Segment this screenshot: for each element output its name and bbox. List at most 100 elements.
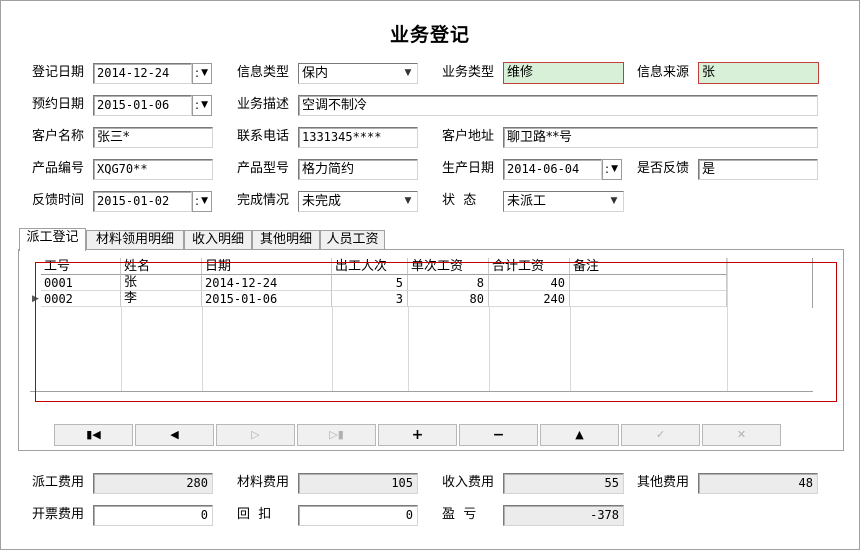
grid-line	[121, 307, 122, 391]
product-no-field[interactable]: XQG70**	[93, 159, 213, 180]
biz-type-field[interactable]: 维修	[503, 62, 624, 84]
grid-line	[489, 307, 490, 391]
feedback-field[interactable]: 是	[698, 159, 818, 180]
column-header[interactable]: 单次工资	[408, 258, 489, 275]
table-cell[interactable]: 240	[489, 291, 570, 307]
customer-label: 客户名称	[32, 129, 85, 144]
info-type-select[interactable]: 保内 ▼	[298, 63, 418, 84]
product-model-label: 产品型号	[237, 161, 290, 176]
table-cell[interactable]: 40	[489, 275, 570, 291]
page-title: 业务登记	[389, 24, 470, 46]
chevron-down-icon[interactable]: ▼	[606, 193, 622, 210]
column-header[interactable]: 合计工资	[489, 258, 570, 275]
status-label: 状 态	[442, 193, 477, 208]
other-fee-label: 其他费用	[637, 475, 690, 490]
income-fee-label: 收入费用	[442, 475, 495, 490]
feedback-time-dropdown[interactable]: : ▼	[192, 191, 212, 212]
edit-button[interactable]: ▲	[540, 424, 619, 446]
completion-label: 完成情况	[237, 193, 290, 208]
column-header[interactable]: 工号	[41, 258, 121, 275]
info-source-field[interactable]: 张	[698, 62, 819, 84]
first-record-button[interactable]: ▮◀	[54, 424, 133, 446]
tab-dispatch[interactable]: 派工登记	[19, 228, 86, 251]
address-label: 客户地址	[442, 129, 495, 144]
phone-field[interactable]: 1331345****	[298, 127, 418, 148]
invoice-fee-field[interactable]: 0	[93, 505, 213, 526]
tab-materials[interactable]: 材料领用明细	[86, 230, 184, 250]
appt-date-label: 预约日期	[32, 97, 85, 112]
info-type-value: 保内	[302, 66, 329, 81]
column-header[interactable]: 备注	[570, 258, 727, 275]
dispatch-fee-label: 派工费用	[32, 475, 85, 490]
table-cell[interactable]: 0001	[41, 275, 121, 291]
biz-type-label: 业务类型	[442, 65, 495, 80]
prod-date-field[interactable]: 2014-06-04	[503, 159, 602, 180]
material-fee-field: 105	[298, 473, 418, 494]
table-cell[interactable]	[570, 291, 727, 307]
grid-line	[332, 307, 333, 391]
address-field[interactable]: 聊卫路**号	[503, 127, 818, 148]
cancel-button[interactable]: ✕	[702, 424, 781, 446]
grid-line	[570, 307, 571, 391]
other-fee-field: 48	[698, 473, 818, 494]
delete-button[interactable]: −	[459, 424, 538, 446]
grid-line	[727, 258, 728, 391]
info-type-label: 信息类型	[237, 65, 290, 80]
completion-select[interactable]: 未完成 ▼	[298, 191, 418, 212]
table-cell[interactable]: 2015-01-06	[202, 291, 332, 307]
appt-date-field[interactable]: 2015-01-06	[93, 95, 192, 116]
dispatch-fee-field: 280	[93, 473, 213, 494]
dispatch-grid[interactable]: 工号 姓名 日期 出工人次 单次工资 合计工资 备注 0001 张 2014-1…	[30, 258, 813, 398]
feedback-time-field[interactable]: 2015-01-02	[93, 191, 192, 212]
appt-date-dropdown[interactable]: : ▼	[192, 95, 212, 116]
table-cell[interactable]: 张	[121, 275, 202, 291]
feedback-label: 是否反馈	[637, 161, 690, 176]
completion-value: 未完成	[302, 194, 342, 209]
grid-line	[408, 307, 409, 391]
customer-field[interactable]: 张三*	[93, 127, 213, 148]
current-row-indicator-icon: ▶	[32, 294, 39, 304]
material-fee-label: 材料费用	[237, 475, 290, 490]
tab-income[interactable]: 收入明细	[184, 230, 252, 250]
next-record-button[interactable]: ▷	[216, 424, 295, 446]
product-model-field[interactable]: 格力简约	[298, 159, 418, 180]
table-cell[interactable]: 5	[332, 275, 408, 291]
table-cell[interactable]: 2014-12-24	[202, 275, 332, 291]
phone-label: 联系电话	[237, 129, 290, 144]
invoice-fee-label: 开票费用	[32, 507, 85, 522]
deduct-field[interactable]: 0	[298, 505, 418, 526]
grid-bottom-line	[30, 391, 813, 392]
chevron-down-icon[interactable]: ▼	[400, 65, 416, 82]
table-cell[interactable]: 0002	[41, 291, 121, 307]
reg-date-field[interactable]: 2014-12-24	[93, 63, 192, 84]
table-cell[interactable]: 3	[332, 291, 408, 307]
tab-wages[interactable]: 人员工资	[320, 230, 385, 250]
feedback-time-label: 反馈时间	[32, 193, 85, 208]
prod-date-dropdown[interactable]: : ▼	[602, 159, 622, 180]
add-button[interactable]: +	[378, 424, 457, 446]
status-value: 未派工	[507, 194, 547, 209]
post-button[interactable]: ✓	[621, 424, 700, 446]
profit-field: -378	[503, 505, 624, 526]
biz-desc-field[interactable]: 空调不制冷	[298, 95, 818, 116]
tab-other[interactable]: 其他明细	[252, 230, 320, 250]
table-cell[interactable]	[570, 275, 727, 291]
product-no-label: 产品编号	[32, 161, 85, 176]
prod-date-label: 生产日期	[442, 161, 495, 176]
grid-line	[202, 307, 203, 391]
reg-date-label: 登记日期	[32, 65, 85, 80]
chevron-down-icon[interactable]: ▼	[400, 193, 416, 210]
deduct-label: 回 扣	[237, 507, 272, 522]
prev-record-button[interactable]: ◀	[135, 424, 214, 446]
table-cell[interactable]: 李	[121, 291, 202, 307]
column-header[interactable]: 出工人次	[332, 258, 408, 275]
column-header[interactable]: 姓名	[121, 258, 202, 275]
income-fee-field: 55	[503, 473, 624, 494]
table-cell[interactable]: 80	[408, 291, 489, 307]
status-select[interactable]: 未派工 ▼	[503, 191, 624, 212]
info-source-label: 信息来源	[637, 65, 690, 80]
reg-date-dropdown[interactable]: : ▼	[192, 63, 212, 84]
table-cell[interactable]: 8	[408, 275, 489, 291]
last-record-button[interactable]: ▷▮	[297, 424, 376, 446]
column-header[interactable]: 日期	[202, 258, 332, 275]
